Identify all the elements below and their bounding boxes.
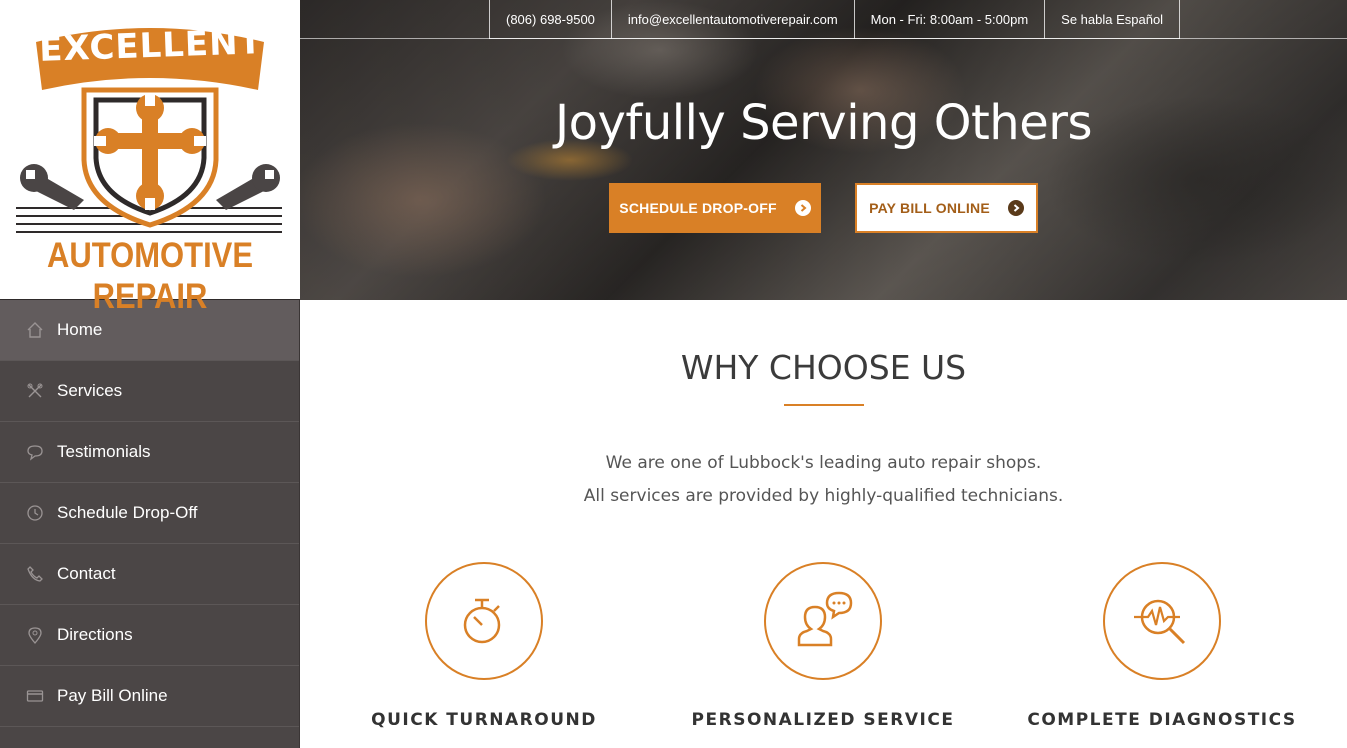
email-link[interactable]: info@excellentautomotiverepair.com: [610, 0, 854, 39]
feature-title: PERSONALIZED SERVICE: [691, 710, 955, 730]
sidebar-item-testimonials[interactable]: Testimonials: [0, 422, 299, 483]
button-label: SCHEDULE DROP-OFF: [619, 200, 777, 216]
sidebar-item-label: Pay Bill Online: [57, 686, 168, 705]
sidebar-item-label: Services: [57, 381, 123, 400]
sidebar-item-services[interactable]: Services: [0, 361, 299, 422]
person-chat-icon: [797, 591, 853, 647]
feature-personalized-service: PERSONALIZED SERVICE: [673, 562, 973, 730]
sidebar: EXCELLENT AUTOMOTIVE REPAIR Home Service…: [0, 0, 300, 748]
phone-icon: [26, 565, 44, 583]
sidebar-item-label: Directions: [57, 625, 133, 644]
why-choose-us-section: WHY CHOOSE US We are one of Lubbock's le…: [300, 300, 1347, 748]
hero-banner: (806) 698-9500 info@excellentautomotiver…: [300, 0, 1347, 300]
logo-top-text: EXCELLENT: [38, 22, 264, 70]
sidebar-item-label: Schedule Drop-Off: [57, 503, 198, 522]
sidebar-item-pay-bill[interactable]: Pay Bill Online: [0, 666, 299, 727]
intro-line-2: All services are provided by highly-qual…: [583, 486, 1064, 506]
schedule-drop-off-button[interactable]: SCHEDULE DROP-OFF: [609, 183, 821, 233]
hero-title: Joyfully Serving Others: [554, 95, 1093, 151]
stopwatch-icon: [463, 598, 501, 644]
map-pin-icon: [26, 626, 44, 644]
sidebar-item-label: Contact: [57, 564, 116, 583]
feature-complete-diagnostics: COMPLETE DIAGNOSTICS: [1012, 562, 1312, 730]
diagnostic-magnifier-icon: [1134, 599, 1186, 645]
feature-circle: [1103, 562, 1221, 680]
phone-link[interactable]: (806) 698-9500: [489, 0, 611, 39]
credit-card-icon: [26, 687, 44, 705]
home-icon: [26, 321, 44, 339]
logo-bottom-text: AUTOMOTIVE REPAIR: [46, 234, 254, 317]
sidebar-item-label: Home: [57, 320, 103, 339]
sidebar-item-contact[interactable]: Contact: [0, 544, 299, 605]
sidebar-item-schedule[interactable]: Schedule Drop-Off: [0, 483, 299, 544]
title-underline: [784, 404, 864, 406]
feature-circle: [425, 562, 543, 680]
intro-line-1: We are one of Lubbock's leading auto rep…: [605, 453, 1042, 473]
arrow-right-icon: [794, 200, 811, 216]
section-title: WHY CHOOSE US: [680, 348, 967, 387]
arrow-right-icon: [1007, 200, 1024, 216]
speech-bubble-icon: [26, 443, 44, 461]
feature-title: QUICK TURNAROUND: [371, 710, 597, 730]
contact-topbar: (806) 698-9500 info@excellentautomotiver…: [489, 0, 1181, 39]
button-label: PAY BILL ONLINE: [869, 200, 990, 216]
sidebar-item-directions[interactable]: Directions: [0, 605, 299, 666]
feature-quick-turnaround: QUICK TURNAROUND: [334, 562, 634, 730]
tools-icon: [26, 382, 44, 400]
clock-icon: [26, 504, 44, 522]
feature-title: COMPLETE DIAGNOSTICS: [1027, 710, 1297, 730]
business-hours: Mon - Fri: 8:00am - 5:00pm: [853, 0, 1045, 39]
feature-circle: [764, 562, 882, 680]
logo[interactable]: EXCELLENT AUTOMOTIVE REPAIR: [0, 0, 300, 316]
language-note: Se habla Español: [1044, 0, 1181, 39]
pay-bill-online-button[interactable]: PAY BILL ONLINE: [855, 183, 1038, 233]
sidebar-item-label: Testimonials: [57, 442, 151, 461]
